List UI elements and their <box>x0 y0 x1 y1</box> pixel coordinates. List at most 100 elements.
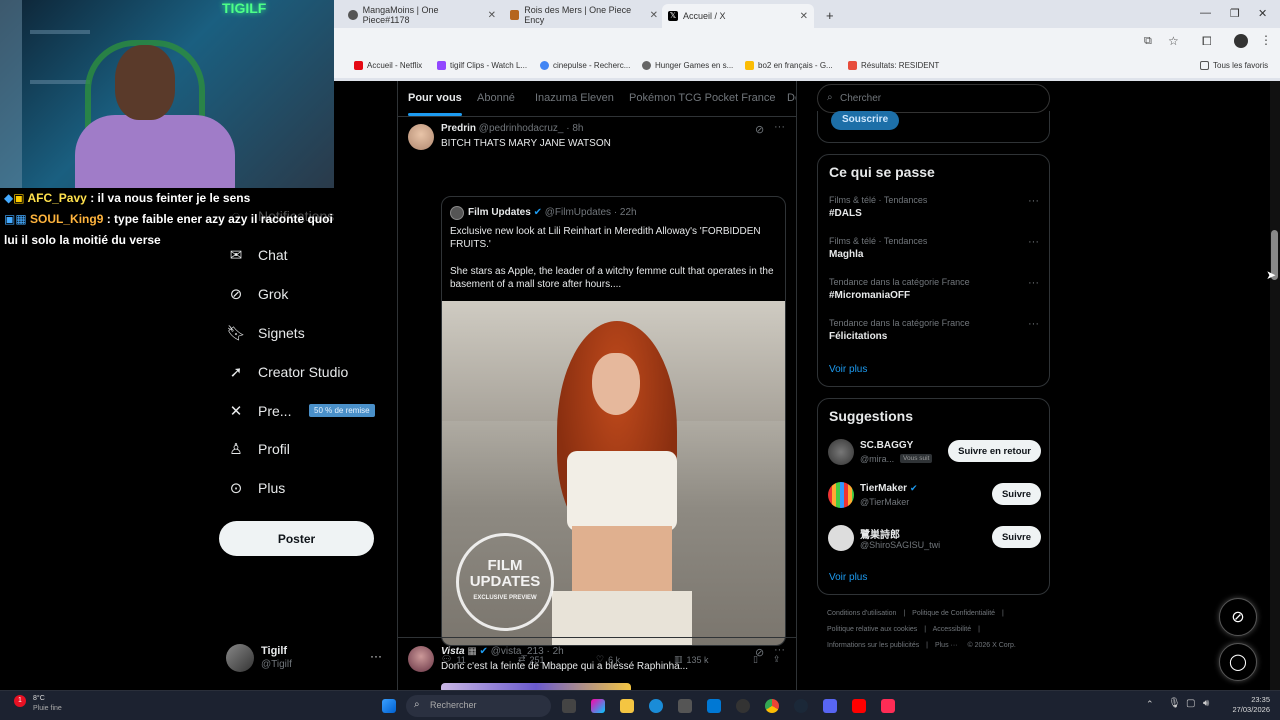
grok-icon[interactable]: ⊘ <box>755 646 764 659</box>
profile-avatar[interactable] <box>1234 34 1248 48</box>
nav-plus[interactable]: ⊙ Plus <box>228 480 286 497</box>
mic-icon[interactable]: 🎙︎ <box>1168 698 1181 709</box>
suggestions-title: Suggestions <box>829 408 914 424</box>
edge-icon[interactable] <box>649 699 663 713</box>
cast-icon[interactable]: ⧉ <box>1144 35 1152 48</box>
nav-notifications[interactable]: ◌ Notifications <box>228 207 335 225</box>
close-tab-icon[interactable]: ✕ <box>650 10 658 21</box>
messages-fab[interactable]: ◯ <box>1219 643 1257 681</box>
footer-link[interactable]: Conditions d'utilisation <box>827 610 896 617</box>
shelf <box>30 30 90 34</box>
follow-back-button[interactable]: Suivre en retour <box>948 440 1041 462</box>
volume-icon[interactable]: 🔊︎ <box>1203 698 1209 709</box>
trend-item[interactable]: Tendance dans la catégorie France Félici… <box>829 318 970 342</box>
tab-accueil-x[interactable]: 𝕏 Accueil / X ✕ <box>662 4 814 28</box>
nav-profil[interactable]: ♙ Profil <box>228 441 290 458</box>
more-icon[interactable]: ··· <box>774 644 785 656</box>
copilot-icon[interactable] <box>591 699 605 713</box>
chevron-up-icon[interactable]: ⌃ <box>1146 699 1154 710</box>
extensions-icon[interactable]: ⧠ <box>1202 34 1212 49</box>
footer-link[interactable]: Politique relative aux cookies <box>827 626 917 633</box>
chrome-icon[interactable] <box>765 699 779 713</box>
trend-item[interactable]: Tendance dans la catégorie France #Micro… <box>829 277 970 301</box>
new-tab-button[interactable]: + <box>820 4 840 26</box>
minimize-icon[interactable]: — <box>1200 7 1211 19</box>
quoted-tweet[interactable]: Film Updates ✔ @FilmUpdates · 22h Exclus… <box>441 196 786 646</box>
restore-icon[interactable]: ❐ <box>1230 7 1240 20</box>
post-button[interactable]: Poster <box>219 521 374 556</box>
more-icon[interactable]: ··· <box>1028 195 1039 207</box>
trend-item[interactable]: Films & télé · Tendances #DALS <box>829 195 927 219</box>
more-icon[interactable]: ··· <box>1028 318 1039 330</box>
suggestion-item[interactable]: SC.BAGGY @mira... Vous suit Suivre en re… <box>828 437 1041 469</box>
address-bar[interactable]: ⧉ ☆ ⧠ ⋮ <box>334 28 1280 56</box>
bookmark-resident[interactable]: Résultats: RESIDENT <box>848 61 939 70</box>
menu-icon[interactable]: ⋮ <box>1260 33 1272 47</box>
bookmark-cinepulse[interactable]: cinepulse - Recherc... <box>540 61 630 70</box>
more-icon[interactable]: ··· <box>774 121 785 133</box>
bookmark-hunger-games[interactable]: Hunger Games en s... <box>642 61 733 70</box>
clock-time[interactable]: 23:35 <box>1226 695 1270 704</box>
star-icon[interactable]: ☆ <box>1168 34 1179 48</box>
youtube-icon[interactable] <box>852 699 866 713</box>
tab-more[interactable]: Dé <box>787 92 796 104</box>
discord-icon[interactable] <box>823 699 837 713</box>
file-explorer-icon[interactable] <box>620 699 634 713</box>
taskbar-search[interactable]: ⌕ Rechercher <box>406 695 551 717</box>
bookmark-twitch[interactable]: tigilf Clips - Watch L... <box>437 61 527 70</box>
grok-icon[interactable]: ⊘ <box>755 123 764 136</box>
scrollbar[interactable] <box>1270 81 1280 691</box>
mail-app-icon[interactable] <box>707 699 721 713</box>
steam-icon[interactable] <box>794 699 808 713</box>
network-icon[interactable]: ▢ <box>1186 698 1195 709</box>
nav-creator-studio[interactable]: ➚ Creator Studio <box>228 364 349 381</box>
bell-icon: ◌ <box>231 207 241 225</box>
tab-bar: MangaMoins | One Piece#1178 ✕ Rois des M… <box>334 0 1280 28</box>
subscribe-button[interactable]: Souscrire <box>831 111 900 130</box>
clock-date[interactable]: 27/03/2026 <box>1226 705 1270 714</box>
windows-start-icon[interactable] <box>382 699 396 713</box>
footer-link[interactable]: Politique de Confidentialité <box>912 610 995 617</box>
nav-signets[interactable]: 🔖︎ Signets <box>226 325 304 342</box>
footer-link[interactable]: Plus ··· <box>935 642 958 649</box>
close-tab-icon[interactable]: ✕ <box>800 11 808 22</box>
tweet[interactable]: Predrin @pedrinhodacruz_ · 8h ⊘ ··· BITC… <box>398 118 796 665</box>
suggestion-item[interactable]: 鷺巣詩郎 @ShiroSAGISU_twi Suivre <box>828 523 1041 555</box>
tab-pokemon[interactable]: Pokémon TCG Pocket France <box>629 92 776 104</box>
trend-item[interactable]: Films & télé · Tendances Maghla <box>829 236 927 260</box>
tab-mangamoins[interactable]: MangaMoins | One Piece#1178 ✕ <box>342 4 502 26</box>
account-switcher[interactable]: Tigilf @Tigilf ··· <box>226 643 386 675</box>
close-window-icon[interactable]: ✕ <box>1258 7 1267 20</box>
task-view-icon[interactable] <box>562 699 576 713</box>
nav-chat[interactable]: ✉ Chat <box>228 247 288 264</box>
show-more-link[interactable]: Voir plus <box>829 572 867 583</box>
follow-button[interactable]: Suivre <box>991 483 1041 505</box>
all-bookmarks[interactable]: Tous les favoris <box>1200 61 1268 70</box>
twitch-icon <box>437 61 446 70</box>
weather-temp[interactable]: 8°C <box>33 695 45 702</box>
nav-grok[interactable]: ⊘ Grok <box>228 286 289 303</box>
tab-pour-vous[interactable]: Pour vous <box>408 92 462 116</box>
suggestion-item[interactable]: TierMaker ✔ @TierMaker Suivre <box>828 480 1041 512</box>
close-tab-icon[interactable]: ✕ <box>488 10 496 21</box>
bookmark-bo2[interactable]: bo2 en français - G... <box>745 61 833 70</box>
tab-inazuma[interactable]: Inazuma Eleven <box>535 92 614 104</box>
store-icon[interactable] <box>678 699 692 713</box>
grok-fab[interactable]: ⊘ <box>1219 598 1257 636</box>
nav-premium[interactable]: ✕ Pre... <box>228 403 292 420</box>
streamer-head <box>115 45 175 120</box>
tab-rois-des-mers[interactable]: Rois des Mers | One Piece Ency ✕ <box>504 4 664 26</box>
footer-link[interactable]: Accessibilité <box>933 626 972 633</box>
more-icon[interactable]: ··· <box>1028 236 1039 248</box>
tweet[interactable]: Vista ▦ ✔ @vista_213 · 2h ⊘ ··· Donc c'e… <box>398 638 796 691</box>
tiktok-icon[interactable] <box>881 699 895 713</box>
follow-button[interactable]: Suivre <box>991 526 1041 548</box>
more-icon[interactable]: ··· <box>1028 277 1039 289</box>
search-input[interactable]: ⌕ Chercher <box>817 84 1050 113</box>
tweet-image[interactable]: FILM UPDATES EXCLUSIVE PREVIEW <box>442 301 785 645</box>
bookmark-netflix[interactable]: Accueil - Netflix <box>354 61 422 70</box>
show-more-link[interactable]: Voir plus <box>829 364 867 375</box>
obs-icon[interactable] <box>736 699 750 713</box>
footer-link[interactable]: Informations sur les publicités <box>827 642 919 649</box>
tab-abonne[interactable]: Abonné <box>477 92 515 104</box>
